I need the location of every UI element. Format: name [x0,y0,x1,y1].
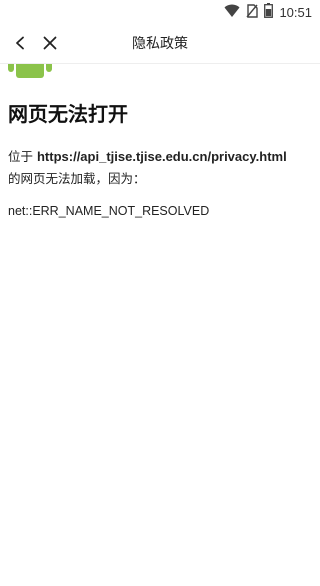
no-sim-icon [246,3,259,22]
error-title: 网页无法打开 [8,102,128,126]
back-arrow-icon [14,35,26,54]
app-bar: 隐私政策 [0,24,320,64]
battery-icon [264,2,274,22]
error-url: https://api_tjise.tjise.edu.cn/privacy.h… [36,149,287,164]
error-code: net::ERR_NAME_NOT_RESOLVED [8,204,210,218]
error-description: 位于 https://api_tjise.tjise.edu.cn/privac… [8,146,316,190]
error-desc-suffix: 的网页无法加载，因为： [8,171,146,186]
close-icon [43,35,57,54]
android-robot-icon [6,64,54,78]
close-button[interactable] [38,32,62,56]
wifi-icon [224,3,240,22]
status-bar: 10:51 [0,0,320,24]
webview-content[interactable]: 网页无法打开 位于 https://api_tjise.tjise.edu.cn… [0,64,320,586]
status-time: 10:51 [279,4,312,20]
error-desc-prefix: 位于 [8,149,37,164]
status-icons: 10:51 [224,2,312,22]
back-button[interactable] [8,32,32,56]
